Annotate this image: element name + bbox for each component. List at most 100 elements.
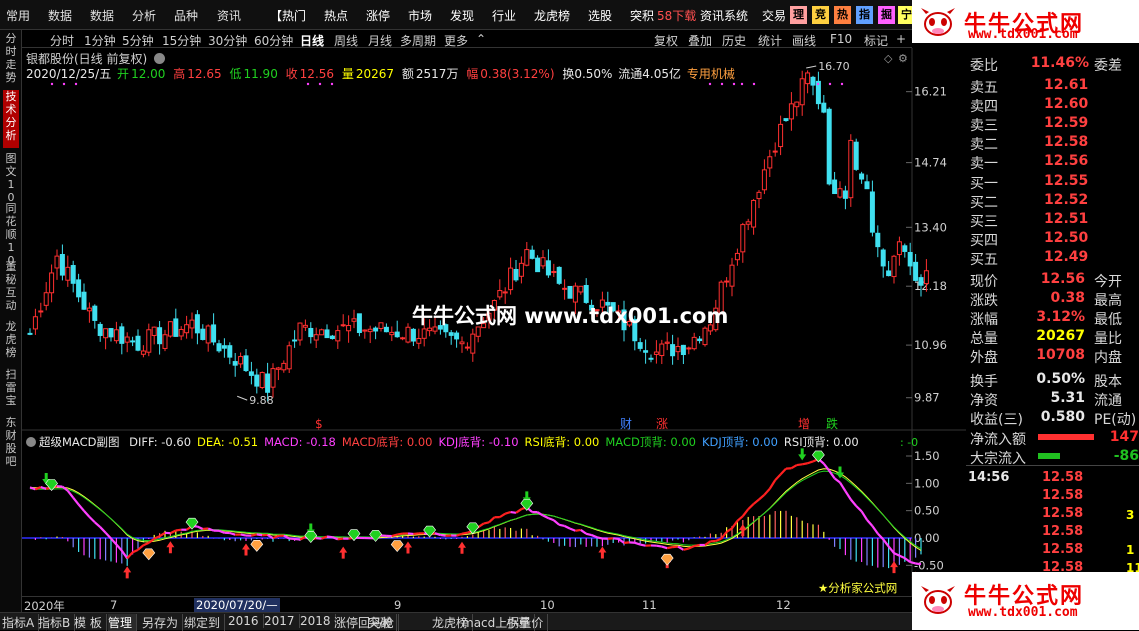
menu-item-10[interactable]: 发现 (450, 7, 474, 24)
quote-label2: 量比 (1094, 328, 1122, 348)
menu-item-0[interactable]: 常用 (6, 7, 30, 24)
left-tab-6[interactable]: 扫 雷 宝 (3, 368, 19, 412)
bottom-tab-5[interactable]: 绑定到 (184, 614, 225, 631)
quote-label2: PE(动) (1094, 409, 1136, 429)
period-0[interactable]: 分时 (50, 32, 74, 49)
indicator-dea: DEA: -0.51 (197, 435, 258, 449)
menu-item-5[interactable]: 资讯 (217, 7, 241, 24)
bottom-tab-4[interactable]: 另存为 (142, 614, 183, 631)
diff-line-segment (581, 530, 586, 534)
candle-body (865, 182, 869, 189)
quote-value: 10708 (1036, 347, 1085, 363)
diff-line-segment (808, 461, 813, 463)
diff-line-segment (619, 539, 624, 543)
bottom-tab-2[interactable]: 模 板 (74, 614, 107, 631)
menu-badge-0[interactable]: 理 (790, 6, 807, 24)
candle-body (190, 320, 194, 328)
menu-badge-4[interactable]: 掘 (878, 6, 895, 24)
left-tab-1[interactable]: 技 术 分 析 (3, 90, 19, 148)
period-8[interactable]: 月线 (368, 32, 392, 49)
menu-item-6[interactable]: 【热门 (270, 7, 306, 24)
left-tab-5[interactable]: 龙 虎 榜 (3, 320, 19, 364)
buy-price: 12.55 (1044, 173, 1088, 189)
menu-item-12[interactable]: 龙虎榜 (534, 7, 570, 24)
menu-badge-3[interactable]: 指 (856, 6, 873, 24)
bottom-tab-6[interactable]: 2016 (228, 614, 264, 628)
toolbar-right-2[interactable]: 历史 (722, 32, 746, 49)
diff-line-segment (748, 504, 753, 509)
candle-body (552, 272, 556, 273)
candle-body (471, 334, 475, 353)
bottom-tab-1[interactable]: 指标B (38, 614, 75, 631)
collapse-icon[interactable] (26, 437, 36, 447)
toolbar-right-1[interactable]: 叠加 (688, 32, 712, 49)
toolbar-right-6[interactable]: 标记 (864, 32, 888, 49)
candle-body (368, 329, 372, 331)
menu-item-11[interactable]: 行业 (492, 7, 516, 24)
diamond-icon[interactable]: ◇ (884, 52, 893, 65)
menu-item-8[interactable]: 涨停 (366, 7, 390, 24)
candle-body (784, 119, 788, 121)
period-4[interactable]: 30分钟 (208, 32, 247, 49)
menu-item-16[interactable]: 资讯系统 (700, 7, 748, 24)
indicator-name[interactable]: 超级MACD副图 (39, 435, 119, 449)
candle-body (233, 362, 237, 366)
candle-body (681, 345, 685, 354)
diff-line-segment (570, 529, 575, 531)
period-1[interactable]: 1分钟 (84, 32, 116, 49)
toolbar-right-7[interactable]: + (896, 32, 906, 46)
diff-line-segment (543, 516, 548, 519)
bottom-tab-3[interactable]: 管理 (108, 614, 137, 631)
diff-line-segment (79, 505, 84, 511)
menu-item-17[interactable]: 交易 (762, 7, 786, 24)
menu-item-7[interactable]: 热点 (324, 7, 348, 24)
menu-item-3[interactable]: 分析 (132, 7, 156, 24)
menu-item-9[interactable]: 市场 (408, 7, 432, 24)
menu-item-15[interactable]: 58下载 (657, 7, 696, 24)
period-2[interactable]: 5分钟 (122, 32, 154, 49)
toolbar-right-4[interactable]: 画线 (792, 32, 816, 49)
left-tab-7[interactable]: 东 财 股 吧 (3, 416, 19, 470)
toolbar-right-3[interactable]: 统计 (758, 32, 782, 49)
menu-item-13[interactable]: 选股 (588, 7, 612, 24)
diff-line-segment (727, 528, 732, 532)
left-tab-4[interactable]: 董 秘 互 动 (3, 260, 19, 316)
left-tab-2[interactable]: 图 文 1 0 (3, 152, 19, 198)
chevron-up-icon[interactable]: ⌃ (476, 32, 486, 46)
bottom-tab-7[interactable]: 2017 (264, 614, 300, 628)
period-5[interactable]: 60分钟 (254, 32, 293, 49)
menu-item-14[interactable]: 突积 (630, 7, 654, 24)
event-label-1: 财 (620, 417, 632, 431)
period-3[interactable]: 15分钟 (162, 32, 201, 49)
quote-row-7: 收益(三)0.580PE(动) (968, 409, 1139, 427)
period-9[interactable]: 多周期 (400, 32, 436, 49)
candle-body (379, 323, 383, 329)
period-10[interactable]: 更多 (444, 32, 468, 49)
period-6[interactable]: 日线 (300, 32, 324, 49)
bottom-tab-10[interactable]: 突破 (368, 614, 397, 631)
toolbar-right-5[interactable]: F10 (830, 32, 852, 46)
period-7[interactable]: 周线 (334, 32, 358, 49)
menu-item-4[interactable]: 品种 (174, 7, 198, 24)
candle-body (330, 336, 334, 338)
arrow-up-icon (123, 566, 131, 578)
bottom-tab-13[interactable]: 小草 (506, 614, 535, 631)
arrow-up-icon (339, 547, 347, 559)
left-tab-3[interactable]: 同 花 顺 1 0 (3, 202, 19, 256)
candle-body (66, 267, 70, 280)
diff-line-segment (737, 516, 742, 521)
menu-item-2[interactable]: 数据 (90, 7, 114, 24)
settings-icon[interactable]: ⚙ (898, 52, 908, 65)
diff-line-segment (597, 537, 602, 538)
signal-dot (753, 83, 755, 85)
diff-line-segment (478, 524, 483, 528)
bottom-tab-8[interactable]: 2018 (300, 614, 336, 628)
toolbar-right-0[interactable]: 复权 (654, 32, 678, 49)
bottom-tab-0[interactable]: 指标A (2, 614, 39, 631)
buy-row-3: 买四12.50 (968, 230, 1139, 248)
menu-badge-1[interactable]: 竞 (812, 6, 829, 24)
left-tab-0[interactable]: 分 时 走 势 (3, 32, 19, 88)
menu-badge-2[interactable]: 热 (834, 6, 851, 24)
menu-item-1[interactable]: 数据 (48, 7, 72, 24)
candle-body (395, 332, 399, 337)
